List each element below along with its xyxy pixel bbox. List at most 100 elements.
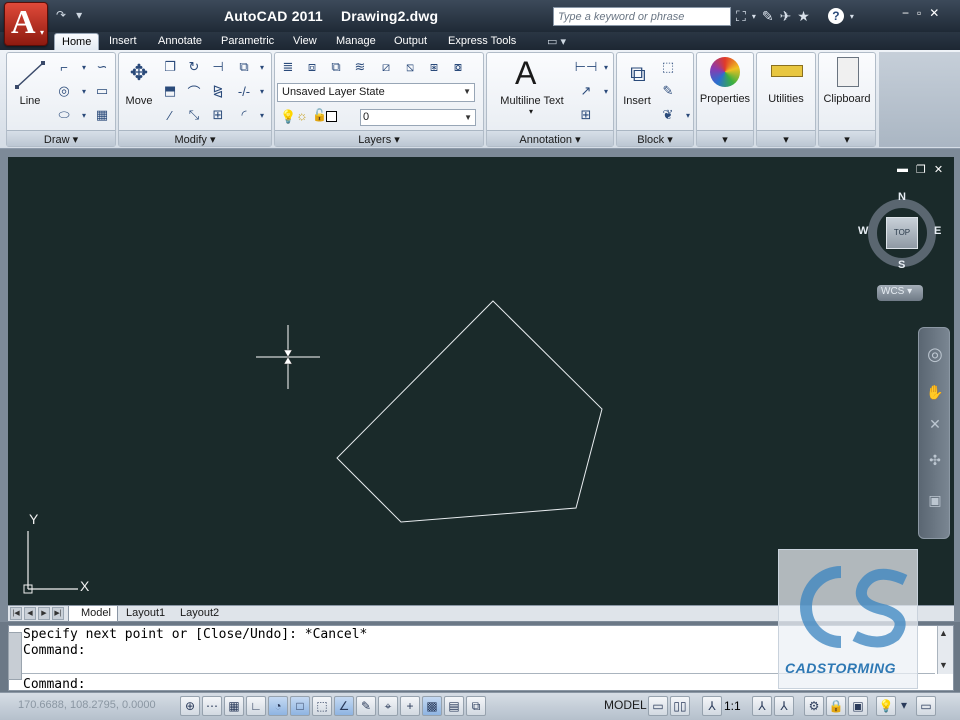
snap-mode-icon[interactable]: ⋯ <box>202 696 222 716</box>
quick-view-drawings-icon[interactable]: ▯▯ <box>670 696 690 716</box>
command-scrollbar[interactable]: ▲ ▼ <box>937 626 953 674</box>
clipboard-icon[interactable] <box>837 57 859 87</box>
command-input[interactable]: Command: <box>23 677 86 692</box>
color-wheel-icon[interactable] <box>710 57 740 87</box>
3d-object-snap-icon[interactable]: ⬚ <box>312 696 332 716</box>
layer-lock-icon[interactable]: ⧆ <box>423 57 445 77</box>
edit-attributes-icon[interactable]: ❦ <box>657 105 679 125</box>
current-layer-field[interactable]: 0 ▼ <box>360 109 476 126</box>
properties-panel-expand[interactable]: ▾ <box>697 130 753 146</box>
dropdown-icon[interactable]: ▾ <box>752 8 756 25</box>
search-input[interactable]: Type a keyword or phrase <box>553 7 731 26</box>
tab-view[interactable]: View <box>286 33 324 50</box>
properties-label[interactable]: Properties <box>697 93 753 105</box>
clean-screen-icon[interactable]: ▭ <box>916 696 936 716</box>
tab-manage[interactable]: Manage <box>329 33 383 50</box>
spline-icon[interactable]: ∽ <box>91 57 113 77</box>
command-window-grip[interactable] <box>8 632 22 680</box>
polar-tracking-icon[interactable]: ◔ <box>268 696 288 716</box>
insert-label[interactable]: Insert <box>619 95 655 107</box>
ellipse-icon[interactable]: ⬭ <box>53 105 75 125</box>
next-layout-icon[interactable]: ▶ <box>38 607 50 620</box>
modify-panel-title[interactable]: Modify ▾ <box>119 130 271 146</box>
selection-cycling-icon[interactable]: ⧉ <box>466 696 486 716</box>
multiline-text-dropdown-icon[interactable]: ▾ <box>525 107 537 116</box>
measure-ruler-icon[interactable] <box>771 65 803 77</box>
redo-icon[interactable]: ↷ <box>56 8 66 22</box>
copy-icon[interactable]: ❐ <box>159 57 181 77</box>
clipboard-panel-expand[interactable]: ▾ <box>819 130 875 146</box>
dimension-dropdown-icon[interactable]: ▾ <box>595 57 617 77</box>
auto-scale-icon[interactable]: ⅄ <box>774 696 794 716</box>
draw-panel-title[interactable]: Draw ▾ <box>7 130 115 146</box>
layer-unlock-icon[interactable]: ⧇ <box>447 57 469 77</box>
multiline-text-icon[interactable]: A <box>515 55 536 92</box>
tab-layout1[interactable]: Layout1 <box>114 606 171 622</box>
rotate-icon[interactable]: ↻ <box>183 57 205 77</box>
grid-display-icon[interactable]: ▦ <box>224 696 244 716</box>
status-menu-icon[interactable]: ▾ <box>898 696 910 716</box>
tab-express-tools[interactable]: Express Tools <box>441 33 523 50</box>
infer-constraints-icon[interactable]: ⊕ <box>180 696 200 716</box>
last-layout-icon[interactable]: ▶| <box>52 607 64 620</box>
subscription-icon[interactable]: ✎ <box>762 8 774 25</box>
clipboard-label[interactable]: Clipboard <box>819 93 875 105</box>
hardware-acceleration-icon[interactable]: ▣ <box>848 696 868 716</box>
array-icon[interactable]: ⊞ <box>207 105 229 125</box>
edit-block-icon[interactable]: ✎ <box>657 81 679 101</box>
layer-match-icon[interactable]: ⧈ <box>301 57 323 77</box>
restore-icon[interactable]: ▫ <box>917 6 921 20</box>
rectangle-icon[interactable]: ▭ <box>91 81 113 101</box>
drawing-viewport[interactable]: ▬ ❐ ✕ TOP N S E W WCS ▾ ◎ ✋ ✕ ✣ ▣ Y X <box>8 157 954 605</box>
table-icon[interactable]: ⊞ <box>575 105 597 125</box>
scroll-down-icon[interactable]: ▼ <box>939 660 948 670</box>
minimize-ribbon-icon[interactable]: ▭ ▾ <box>540 33 573 50</box>
application-menu-button[interactable]: A ▾ <box>4 2 48 46</box>
coordinate-readout[interactable]: 170.6688, 108.2795, 0.0000 <box>18 699 156 711</box>
lock-icon[interactable]: 🔒 <box>826 696 846 716</box>
multileader-icon[interactable]: ↗ <box>575 81 597 101</box>
tab-annotate[interactable]: Annotate <box>151 33 209 50</box>
insert-block-icon[interactable]: ⧉ <box>621 59 655 89</box>
block-panel-title[interactable]: Block ▾ <box>617 130 693 146</box>
polyline-icon[interactable]: ⌐ <box>53 57 75 77</box>
multileader-dropdown-icon[interactable]: ▾ <box>595 81 617 101</box>
tab-parametric[interactable]: Parametric <box>214 33 281 50</box>
tab-output[interactable]: Output <box>387 33 434 50</box>
tab-insert[interactable]: Insert <box>102 33 144 50</box>
polyline-pentagon[interactable] <box>336 300 603 523</box>
tab-layout2[interactable]: Layout2 <box>168 606 225 622</box>
tab-model[interactable]: Model <box>68 606 118 622</box>
create-block-icon[interactable]: ⬚ <box>657 57 679 77</box>
layers-panel-title[interactable]: Layers ▾ <box>275 130 483 146</box>
multiline-text-label[interactable]: Multiline Text <box>495 95 569 107</box>
layer-freeze-icon[interactable]: ⧄ <box>375 57 397 77</box>
layer-previous-icon[interactable]: ⧉ <box>325 57 347 77</box>
layer-state-select[interactable]: Unsaved Layer State ▼ <box>277 83 475 102</box>
stretch-icon[interactable]: ⬒ <box>159 81 181 101</box>
mirror-icon[interactable]: ⧎ <box>207 81 229 101</box>
layer-properties-icon[interactable]: ≣ <box>277 57 299 77</box>
scroll-up-icon[interactable]: ▲ <box>939 628 948 638</box>
help-dropdown-icon[interactable]: ▾ <box>850 8 854 25</box>
layer-isolate-icon[interactable]: ≋ <box>349 57 371 77</box>
minimize-icon[interactable]: − <box>902 6 909 20</box>
tab-home[interactable]: Home <box>54 33 100 50</box>
binoculars-icon[interactable]: ⛶ <box>736 8 746 25</box>
transparency-icon[interactable]: ▩ <box>422 696 442 716</box>
annotation-panel-title[interactable]: Annotation ▾ <box>487 130 613 146</box>
model-space-toggle[interactable]: MODEL <box>604 698 647 712</box>
workspace-switching-icon[interactable]: ⚙ <box>804 696 824 716</box>
favorites-star-icon[interactable]: ★ <box>797 8 810 25</box>
trim-icon[interactable]: ⊣ <box>207 57 229 77</box>
scale-icon[interactable]: ⤡ <box>183 105 205 125</box>
offset-dropdown-icon[interactable]: ▾ <box>251 105 273 125</box>
lineweight-icon[interactable]: + <box>400 696 420 716</box>
annotation-scale-icon[interactable]: ⅄ <box>702 696 722 716</box>
ortho-mode-icon[interactable]: ∟ <box>246 696 266 716</box>
fillet-icon[interactable]: ⌒ <box>183 81 205 101</box>
qat-dropdown-icon[interactable]: ▾ <box>76 8 82 22</box>
dimension-icon[interactable]: ⊢⊣ <box>575 57 598 77</box>
move-icon[interactable]: ✥ <box>125 59 153 87</box>
object-snap-icon[interactable]: □ <box>290 696 310 716</box>
